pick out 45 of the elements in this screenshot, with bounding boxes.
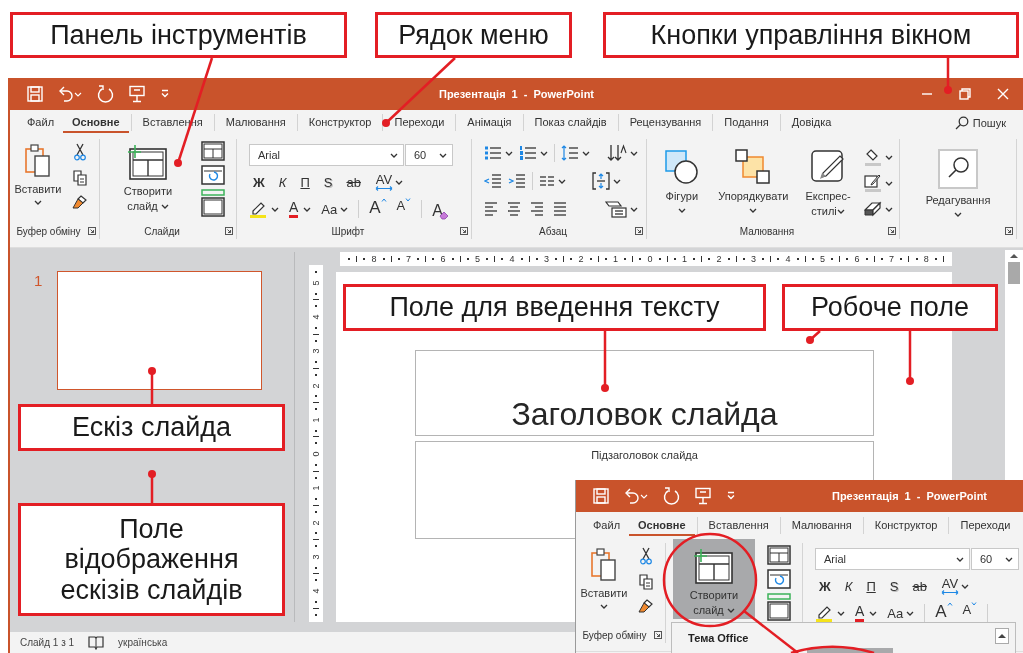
callout-label: Поле відображення ескізів слайдів — [18, 503, 285, 616]
ruler-number: 3 — [311, 348, 321, 354]
ruler-number: 4 — [785, 254, 791, 264]
group-label: Шрифт — [331, 225, 365, 237]
ruler-number: 3 — [311, 554, 321, 560]
ruler-number: 1 — [311, 417, 321, 423]
ruler-number: 3 — [543, 254, 549, 264]
callout-label: Робоче поле — [782, 284, 998, 331]
callout-label: Поле для введення тексту — [343, 284, 766, 331]
callout-label: Кнопки управління вікном — [603, 12, 1019, 58]
ruler-number: 6 — [854, 254, 860, 264]
ruler-number: 4 — [311, 588, 321, 594]
group-label: Малювання — [739, 225, 795, 237]
ruler-number: 2 — [311, 383, 321, 389]
ruler-number: 5 — [820, 254, 826, 264]
ruler-number: 7 — [405, 254, 411, 264]
ruler-number: 5 — [311, 280, 321, 286]
ruler-number: 8 — [923, 254, 929, 264]
group-label: Абзац — [538, 225, 568, 237]
group-label: Слайди — [144, 225, 180, 237]
window-title: Презентація 1 - PowerPoint — [438, 88, 595, 100]
ruler-number: 4 — [311, 314, 321, 320]
ruler-number: 4 — [509, 254, 515, 264]
ruler-number: 3 — [751, 254, 757, 264]
gallery-heading: Тема Office — [688, 632, 749, 644]
group-label: Буфер обміну — [16, 225, 81, 237]
ruler-number: 6 — [440, 254, 446, 264]
ruler-number: 0 — [311, 451, 321, 457]
ruler-number: 8 — [371, 254, 377, 264]
callout-label: Рядок меню — [375, 12, 572, 58]
slide-counter: Слайд 1 з 1 — [20, 637, 75, 648]
ruler-number: 1 — [682, 254, 688, 264]
slide-number: 1 — [34, 272, 44, 289]
ruler-number: 1 — [311, 485, 321, 491]
ruler-number: 2 — [578, 254, 584, 264]
ruler-number: 7 — [889, 254, 895, 264]
callout-label: Ескіз слайда — [18, 404, 285, 451]
group-label: Буфер обміну — [582, 629, 647, 641]
ruler-number: 0 — [647, 254, 653, 264]
ruler-number: 2 — [716, 254, 722, 264]
callout-label: Панель інструментів — [10, 12, 347, 58]
ruler-number: 5 — [474, 254, 480, 264]
ruler-number: 2 — [311, 520, 321, 526]
ruler-number: 1 — [613, 254, 618, 264]
window-title: Презентація 1 - PowerPoint — [831, 490, 988, 502]
